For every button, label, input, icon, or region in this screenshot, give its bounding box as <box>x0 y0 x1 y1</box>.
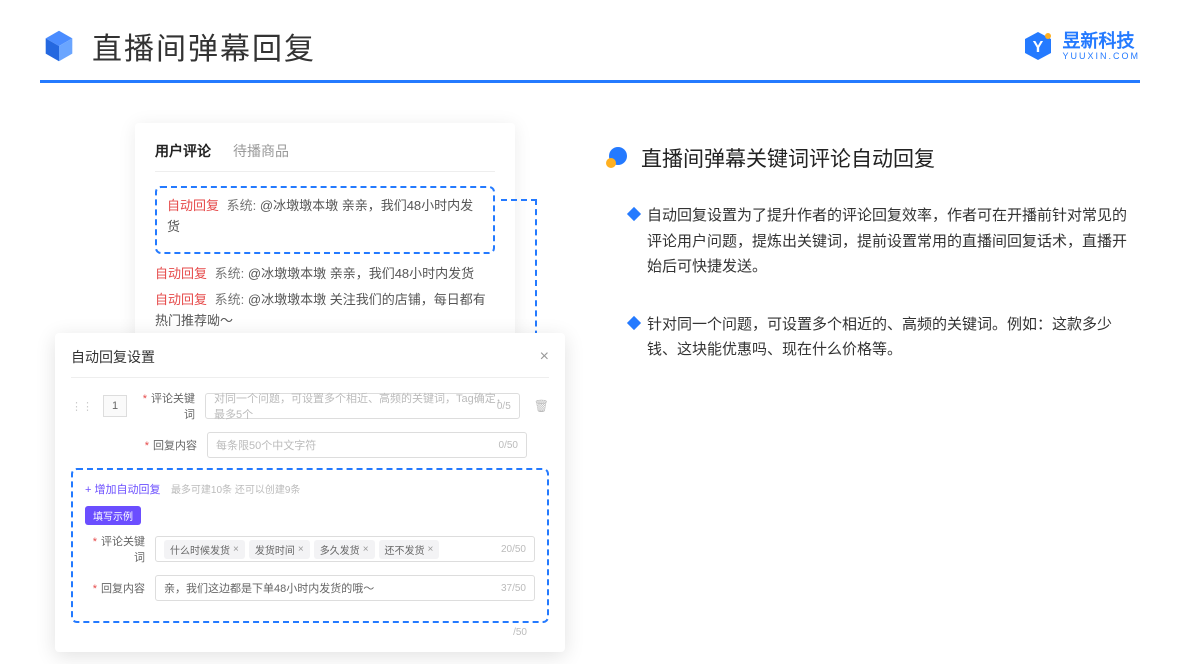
settings-modal: 自动回复设置 × ⋮⋮ 1 *评论关键词 对同一个问题，可设置多个相近、高频的关… <box>55 333 565 652</box>
keyword-label: *评论关键词 <box>137 390 195 422</box>
add-hint: 最多可建10条 还可以创建9条 <box>171 485 300 496</box>
trash-icon[interactable]: 🗑 <box>534 399 549 413</box>
system-tag: 系统: <box>215 266 245 281</box>
comment-line-2: 自动回复 系统: @冰墩墩本墩 亲亲，我们48小时内发货 <box>155 264 495 285</box>
hexagon-icon: Y <box>1022 30 1054 62</box>
example-badge: 填写示例 <box>85 506 141 525</box>
bubble-icon <box>605 146 629 170</box>
example-reply-row: *回复内容 亲，我们这边都是下单48小时内发货的哦～ 37/50 <box>85 575 535 601</box>
connector-h <box>501 199 537 201</box>
tag-chip: 什么时候发货× <box>164 540 245 559</box>
reply-placeholder: 每条限50个中文字符 <box>216 437 316 453</box>
reply-label: *回复内容 <box>139 437 197 453</box>
bullet-1: 自动回复设置为了提升作者的评论回复效率，作者可在开播前针对常见的评论用户问题，提… <box>605 203 1138 280</box>
tab-user-comments[interactable]: 用户评论 <box>155 141 211 161</box>
keyword-placeholder: 对同一个问题，可设置多个相近、高频的关键词，Tag确定，最多5个 <box>214 390 511 422</box>
tag-chip: 多久发货× <box>314 540 375 559</box>
page-title: 直播间弹幕回复 <box>92 24 316 68</box>
system-tag: 系统: <box>227 198 257 213</box>
comments-card: 用户评论 待播商品 自动回复 系统: @冰墩墩本墩 亲亲，我们48小时内发货 自… <box>135 123 515 363</box>
description-column: 直播间弹幕关键词评论自动回复 自动回复设置为了提升作者的评论回复效率，作者可在开… <box>605 123 1138 395</box>
section-title: 直播间弹幕关键词评论自动回复 <box>641 143 935 173</box>
example-section: + 增加自动回复 最多可建10条 还可以创建9条 填写示例 *评论关键词 什么时… <box>71 468 549 623</box>
ex-keyword-label: *评论关键词 <box>85 533 145 565</box>
card-tabs: 用户评论 待播商品 <box>155 141 495 172</box>
ex-kw-counter: 20/50 <box>501 544 526 555</box>
add-row: + 增加自动回复 最多可建10条 还可以创建9条 <box>85 480 535 498</box>
example-keyword-row: *评论关键词 什么时候发货× 发货时间× 多久发货× 还不发货× 20/50 <box>85 533 535 565</box>
reply-counter: 0/50 <box>499 440 518 451</box>
ex-reply-label: *回复内容 <box>85 580 145 596</box>
brand-name: 昱新科技 <box>1062 32 1140 50</box>
drag-handle-icon[interactable]: ⋮⋮ <box>71 400 93 413</box>
content-area: 用户评论 待播商品 自动回复 系统: @冰墩墩本墩 亲亲，我们48小时内发货 自… <box>0 83 1180 395</box>
example-keyword-input[interactable]: 什么时候发货× 发货时间× 多久发货× 还不发货× 20/50 <box>155 536 535 562</box>
example-reply-input[interactable]: 亲，我们这边都是下单48小时内发货的哦～ 37/50 <box>155 575 535 601</box>
reply-input[interactable]: 每条限50个中文字符 0/50 <box>207 432 527 458</box>
comment-line-3: 自动回复 系统: @冰墩墩本墩 关注我们的店铺，每日都有热门推荐呦～ <box>155 290 495 332</box>
brand-text-wrap: 昱新科技 YUUXIN.COM <box>1062 32 1140 61</box>
page-header: 直播间弹幕回复 Y 昱新科技 YUUXIN.COM <box>0 0 1180 80</box>
keyword-counter: 0/5 <box>497 401 511 412</box>
bullet-2: 针对同一个问题，可设置多个相近的、高频的关键词。例如：这款多少钱、这块能优惠吗、… <box>605 312 1138 363</box>
tag-chip: 还不发货× <box>379 540 440 559</box>
highlighted-comment: 自动回复 系统: @冰墩墩本墩 亲亲，我们48小时内发货 <box>155 186 495 254</box>
brand-sub: YUUXIN.COM <box>1062 52 1140 61</box>
system-tag: 系统: <box>215 292 245 307</box>
bullet-1-text: 自动回复设置为了提升作者的评论回复效率，作者可在开播前针对常见的评论用户问题，提… <box>647 203 1138 280</box>
bullet-2-text: 针对同一个问题，可设置多个相近的、高频的关键词。例如：这款多少钱、这块能优惠吗、… <box>647 312 1138 363</box>
diamond-icon <box>627 207 641 221</box>
svg-text:Y: Y <box>1033 39 1044 56</box>
form-row-keyword: ⋮⋮ 1 *评论关键词 对同一个问题，可设置多个相近、高频的关键词，Tag确定，… <box>71 390 549 422</box>
keyword-input[interactable]: 对同一个问题，可设置多个相近、高频的关键词，Tag确定，最多5个 0/5 <box>205 393 520 419</box>
section-header: 直播间弹幕关键词评论自动回复 <box>605 143 1138 173</box>
brand-logo: Y 昱新科技 YUUXIN.COM <box>1022 30 1140 62</box>
tag-chip: 发货时间× <box>249 540 310 559</box>
ex-reply-counter: 37/50 <box>501 583 526 594</box>
add-auto-reply-link[interactable]: + 增加自动回复 <box>85 484 160 496</box>
auto-reply-tag: 自动回复 <box>155 292 207 307</box>
cube-icon <box>40 27 78 65</box>
close-icon[interactable]: × <box>540 348 549 366</box>
comment-text: @冰墩墩本墩 亲亲，我们48小时内发货 <box>248 266 474 281</box>
auto-reply-tag: 自动回复 <box>167 198 219 213</box>
row-number: 1 <box>103 395 127 417</box>
comment-highlight: 自动回复 系统: @冰墩墩本墩 亲亲，我们48小时内发货 <box>167 196 483 238</box>
illustration-column: 用户评论 待播商品 自动回复 系统: @冰墩墩本墩 亲亲，我们48小时内发货 自… <box>55 123 565 395</box>
diamond-icon <box>627 315 641 329</box>
outer-counter: /50 <box>71 627 549 638</box>
modal-title: 自动回复设置 <box>71 347 155 367</box>
form-row-reply: *回复内容 每条限50个中文字符 0/50 <box>71 432 549 458</box>
modal-header: 自动回复设置 × <box>71 347 549 378</box>
header-left: 直播间弹幕回复 <box>40 24 316 68</box>
auto-reply-tag: 自动回复 <box>155 266 207 281</box>
ex-reply-text: 亲，我们这边都是下单48小时内发货的哦～ <box>164 580 374 596</box>
tab-pending-goods[interactable]: 待播商品 <box>233 141 289 161</box>
